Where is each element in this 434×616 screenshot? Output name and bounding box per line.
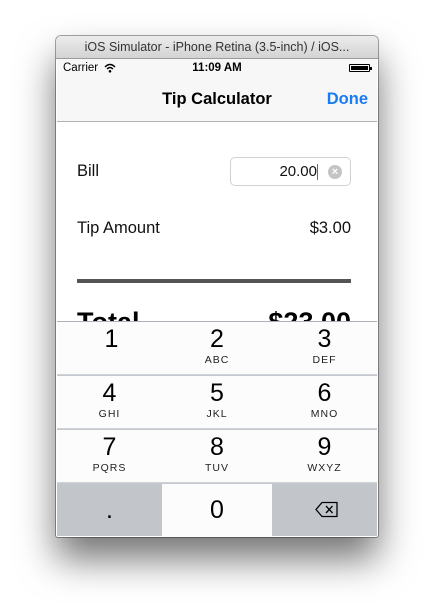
key-4-digit: 4 (102, 379, 117, 407)
key-5-digit: 5 (210, 379, 224, 407)
done-button[interactable]: Done (327, 77, 368, 121)
key-7-digit: 7 (102, 433, 117, 461)
key-1-digit: 1 (104, 325, 119, 353)
key-0[interactable]: 0 (162, 484, 273, 536)
key-9-letters: WXYZ (307, 462, 342, 474)
key-4[interactable]: 4 GHI (57, 376, 163, 429)
bill-label: Bill (77, 162, 100, 180)
window-title: iOS Simulator - iPhone Retina (3.5-inch)… (56, 36, 378, 59)
clear-text-icon[interactable]: × (328, 165, 342, 179)
key-3-letters: DEF (312, 354, 337, 366)
key-3-digit: 3 (317, 325, 332, 353)
number-keypad: 1 2 ABC 3 DEF 4 GHI 5 JKL 6 MNO 7 PQRS 8… (57, 321, 377, 536)
key-2-letters: ABC (204, 354, 230, 366)
key-7[interactable]: 7 PQRS (57, 430, 163, 483)
key-2[interactable]: 2 ABC (162, 322, 273, 375)
tip-amount-value: $3.00 (309, 219, 351, 237)
navigation-bar: Tip Calculator Done (57, 77, 377, 122)
backspace-key[interactable] (272, 484, 377, 536)
key-8[interactable]: 8 TUV (162, 430, 273, 483)
key-6-digit: 6 (317, 379, 332, 407)
device-screen: Carrier 11:09 AM Tip Calculator Done Bil… (57, 59, 377, 536)
bill-input[interactable]: 20.00 × (230, 157, 351, 186)
key-0-digit: 0 (210, 496, 224, 524)
key-1[interactable]: 1 (57, 322, 167, 375)
key-9-digit: 9 (317, 433, 332, 461)
key-6[interactable]: 6 MNO (272, 376, 377, 429)
text-cursor (317, 164, 318, 180)
delete-backward-icon (315, 501, 338, 518)
key-5-letters: JKL (206, 408, 228, 420)
bill-input-value: 20.00 (279, 163, 317, 180)
key-8-letters: TUV (205, 462, 229, 474)
key-2-digit: 2 (210, 325, 224, 353)
key-7-letters: PQRS (92, 462, 127, 474)
key-5[interactable]: 5 JKL (162, 376, 273, 429)
total-divider (77, 279, 351, 283)
key-9[interactable]: 9 WXYZ (272, 430, 377, 483)
key-4-letters: GHI (98, 408, 121, 420)
key-6-letters: MNO (310, 408, 339, 420)
status-time: 11:09 AM (192, 62, 242, 74)
simulator-window: iOS Simulator - iPhone Retina (3.5-inch)… (56, 36, 378, 537)
key-8-digit: 8 (210, 433, 224, 461)
battery-icon (349, 64, 372, 72)
tip-amount-label: Tip Amount (77, 219, 160, 237)
decimal-point-glyph: . (106, 496, 113, 524)
decimal-point-key[interactable]: . (57, 484, 163, 536)
status-bar: Carrier 11:09 AM (57, 59, 377, 77)
key-3[interactable]: 3 DEF (272, 322, 377, 375)
